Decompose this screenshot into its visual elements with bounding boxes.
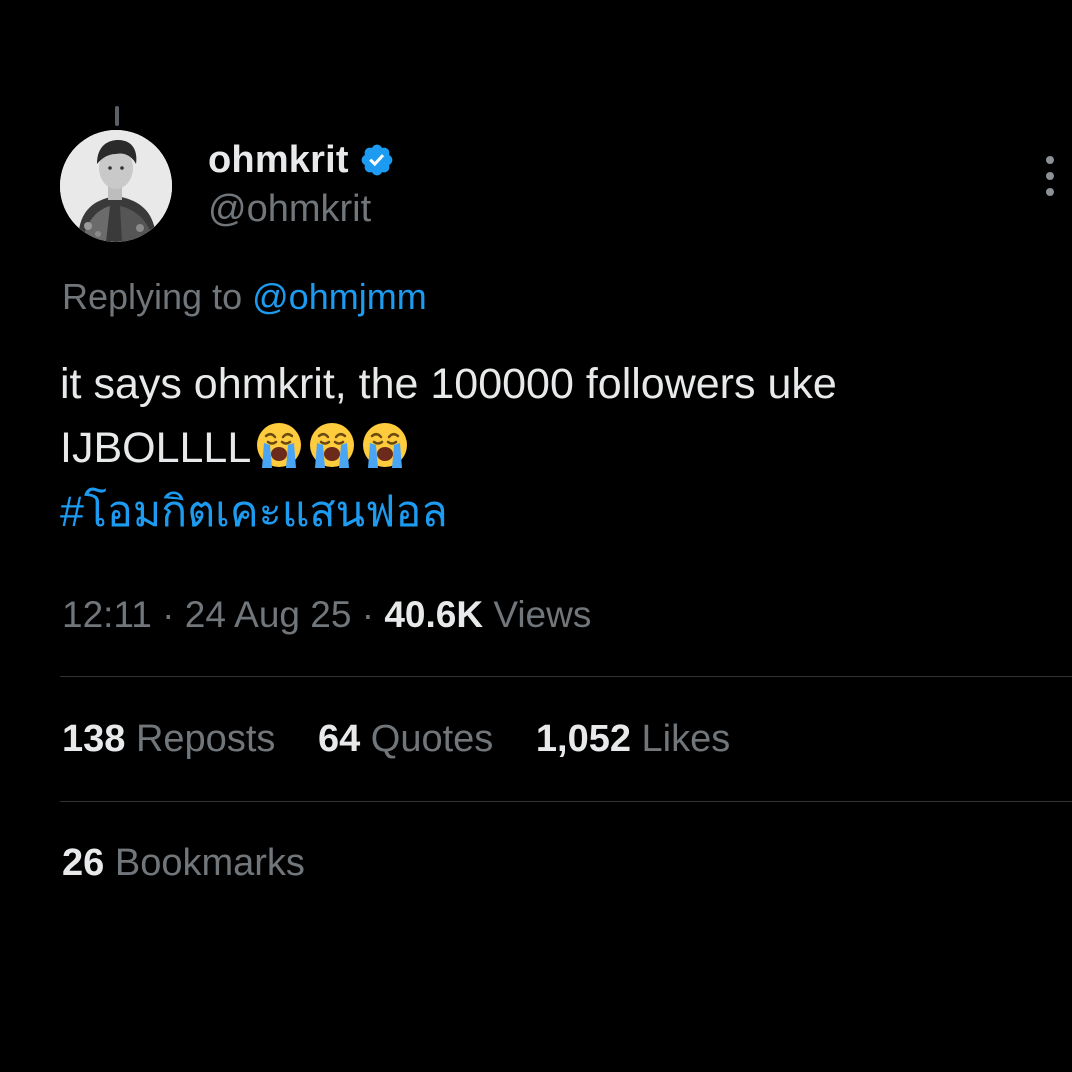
quotes-count: 64: [317, 718, 361, 760]
verified-badge-icon: [359, 142, 395, 178]
tweet-text-line-1: it says ohmkrit, the 100000 followers uk…: [60, 360, 837, 408]
views-count: 40.6K: [384, 594, 484, 635]
engagement-stats: 138 Reposts 64 Quotes 1,052 Likes: [62, 718, 762, 761]
tweet-author: ohmkrit @ohmkrit: [208, 138, 395, 231]
quotes-label: Quotes: [370, 718, 494, 760]
likes-stat[interactable]: 1,052 Likes: [536, 718, 730, 760]
divider: [60, 676, 1072, 677]
loudly-crying-face-icon: [307, 420, 357, 470]
meta-separator: ·: [361, 594, 375, 635]
meta-separator: ·: [162, 594, 175, 635]
tweet-meta: 12:11 · 24 Aug 25 · 40.6K Views: [62, 594, 591, 636]
views-label: Views: [493, 594, 592, 635]
avatar[interactable]: [60, 130, 172, 242]
tweet-text-line-2-text: IJBOLLLL: [60, 424, 252, 472]
bookmarks-label: Bookmarks: [114, 842, 305, 884]
reposts-label: Reposts: [135, 718, 276, 760]
tweet-text-line-2: IJBOLLLL: [60, 416, 1060, 480]
reply-mention-link[interactable]: @ohmjmm: [252, 276, 427, 317]
loudly-crying-face-icon: [360, 420, 410, 470]
replying-prefix: Replying to: [62, 276, 243, 317]
reposts-stat[interactable]: 138 Reposts: [62, 718, 275, 760]
tweet-text: it says ohmkrit, the 100000 followers uk…: [60, 352, 1060, 544]
bookmarks-count: 26: [62, 842, 105, 884]
hashtag-link[interactable]: #โอมกิตเคะแสนฟอล: [60, 480, 1060, 544]
more-options-icon[interactable]: [1040, 156, 1060, 196]
bookmarks-stat[interactable]: 26 Bookmarks: [62, 842, 305, 885]
reposts-count: 138: [62, 718, 126, 760]
tweet-time[interactable]: 12:11: [62, 594, 152, 635]
quotes-stat[interactable]: 64 Quotes: [318, 718, 493, 760]
avatar-photo: [60, 130, 172, 242]
thread-connector-line: [115, 106, 119, 126]
tweet-date[interactable]: 24 Aug 25: [185, 594, 352, 635]
author-handle[interactable]: @ohmkrit: [208, 188, 395, 231]
likes-label: Likes: [641, 718, 731, 760]
likes-count: 1,052: [535, 718, 631, 760]
author-display-name[interactable]: ohmkrit: [208, 139, 349, 182]
loudly-crying-face-icon: [254, 420, 304, 470]
replying-to: Replying to @ohmjmm: [62, 276, 427, 318]
divider: [60, 801, 1072, 802]
